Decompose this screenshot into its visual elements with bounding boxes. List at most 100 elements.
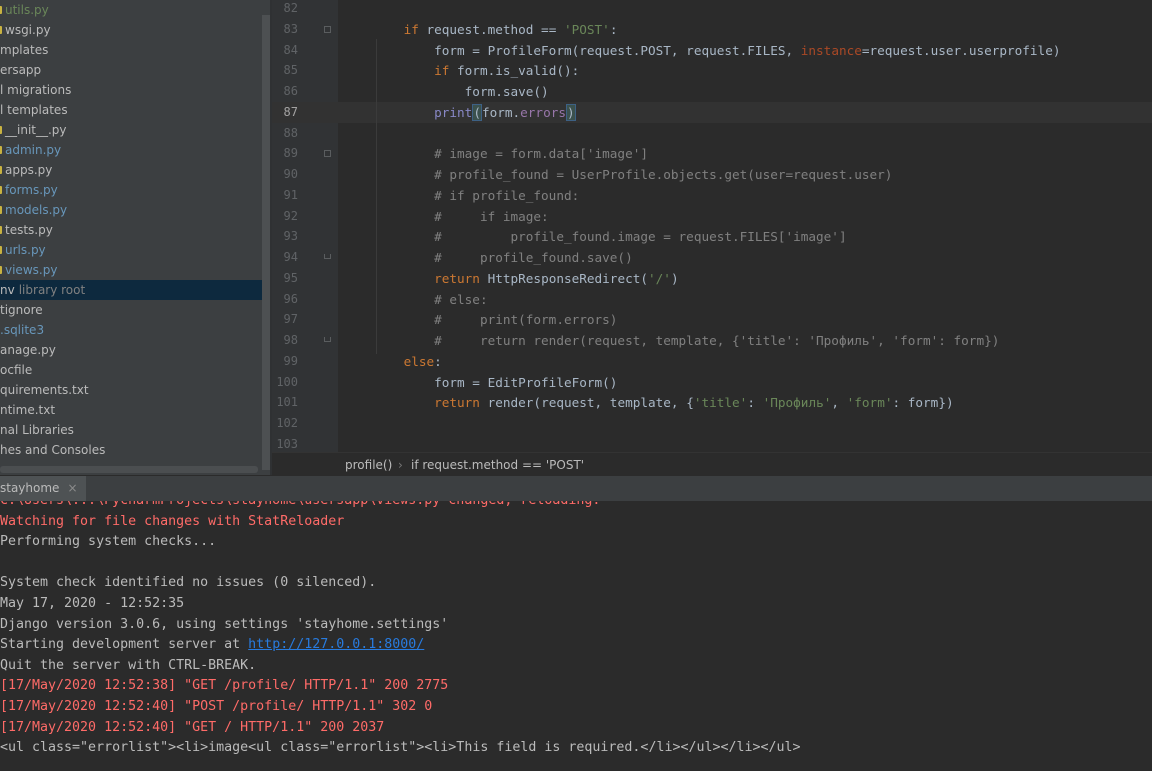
tree-item[interactable]: models.py	[0, 200, 262, 220]
tree-item-label: l migrations	[0, 83, 72, 97]
fold-marker-icon[interactable]	[324, 150, 331, 158]
code-line[interactable]: # if image:	[373, 206, 549, 227]
code-line[interactable]: # profile_found = UserProfile.objects.ge…	[373, 164, 892, 185]
code-line[interactable]: # if profile_found:	[373, 185, 579, 206]
code-editor[interactable]: if request.method == 'POST': form = Prof…	[338, 0, 1152, 452]
tree-item-label: nv library root	[0, 283, 86, 297]
tree-item-label: __init__.py	[5, 123, 67, 137]
code-line[interactable]: form.save()	[373, 81, 549, 102]
console-line: System check identified no issues (0 sil…	[0, 572, 376, 593]
tree-item-label: nal Libraries	[0, 423, 74, 437]
tree-item[interactable]: ntime.txt	[0, 400, 262, 420]
breadcrumb-condition[interactable]: if request.method == 'POST'	[411, 453, 584, 477]
code-line[interactable]: # image = form.data['image']	[373, 143, 648, 164]
code-line[interactable]: # return render(request, template, {'tit…	[373, 330, 999, 351]
run-tab-stayhome[interactable]: stayhome ×	[0, 476, 86, 501]
code-line[interactable]: # else:	[373, 289, 487, 310]
code-token: # return render(request, template, {'tit…	[434, 333, 1000, 348]
code-line[interactable]: return render(request, template, {'title…	[373, 392, 953, 413]
code-token: 'POST'	[563, 21, 610, 37]
breadcrumb-function[interactable]: profile()	[345, 453, 392, 477]
code-line[interactable]: # profile_found.image = request.FILES['i…	[373, 226, 847, 247]
tree-item[interactable]: l migrations	[0, 80, 262, 100]
code-line[interactable]: if form.is_valid():	[373, 60, 579, 81]
code-token: instance	[800, 42, 862, 58]
code-line[interactable]: return HttpResponseRedirect('/')	[373, 268, 678, 289]
run-console[interactable]: C:\Users\...\PycharmProjects\stayhome\us…	[0, 501, 1152, 771]
code-line[interactable]: form = ProfileForm(request.POST, request…	[373, 40, 1060, 61]
code-token: form.save()	[464, 84, 549, 99]
tree-item[interactable]: hes and Consoles	[0, 440, 262, 460]
breadcrumb-separator: ›	[398, 458, 403, 472]
fold-marker-icon[interactable]	[324, 254, 331, 259]
code-token: form.is_valid():	[457, 63, 580, 79]
line-number: 87	[283, 104, 298, 119]
tree-item[interactable]: admin.py	[0, 140, 262, 160]
code-token: return	[434, 270, 488, 286]
line-number: 88	[283, 125, 298, 140]
tree-item[interactable]: apps.py	[0, 160, 262, 180]
code-line[interactable]: form = EditProfileForm()	[373, 372, 617, 393]
tree-item[interactable]: quirements.txt	[0, 380, 262, 400]
server-url-link[interactable]: http://127.0.0.1:8000/	[248, 637, 424, 652]
code-line[interactable]: # profile_found.save()	[373, 247, 633, 268]
code-token: else	[403, 353, 435, 369]
python-file-icon	[0, 266, 2, 274]
tree-item[interactable]: .sqlite3	[0, 320, 262, 340]
code-line[interactable]: # print(form.errors)	[373, 309, 617, 330]
line-number: 90	[283, 167, 298, 181]
tree-item[interactable]: utils.py	[0, 0, 262, 20]
console-line: Quit the server with CTRL-BREAK.	[0, 655, 256, 676]
tree-item-label: urls.py	[5, 243, 46, 257]
tree-item[interactable]: mplates	[0, 40, 262, 60]
code-line[interactable]: if request.method == 'POST':	[373, 19, 618, 40]
code-line[interactable]: print(form.errors)	[373, 102, 576, 123]
code-token: form = EditProfileForm()	[434, 374, 618, 390]
tree-item[interactable]: forms.py	[0, 180, 262, 200]
tree-item[interactable]: ersapp	[0, 60, 262, 80]
tree-item[interactable]: anage.py	[0, 340, 262, 360]
code-token: (	[472, 103, 482, 121]
tree-item[interactable]: wsgi.py	[0, 20, 262, 40]
code-token: :	[434, 353, 442, 369]
tree-item[interactable]: ocfile	[0, 360, 262, 380]
tree-item[interactable]: nal Libraries	[0, 420, 262, 440]
console-line-text: Django version 3.0.6, using settings 'st…	[0, 616, 449, 632]
tree-item[interactable]: views.py	[0, 260, 262, 280]
code-token: # profile_found.image = request.FILES['i…	[434, 229, 847, 245]
console-line-text: Starting development server at	[0, 637, 249, 653]
tree-item-label: hes and Consoles	[0, 443, 106, 457]
tree-item-label: ntime.txt	[0, 403, 56, 417]
code-token: :	[609, 21, 618, 37]
console-line-text: Performing system checks...	[0, 534, 217, 550]
tree-vertical-scrollbar[interactable]	[262, 15, 270, 470]
tree-item[interactable]: nv library root	[0, 280, 262, 300]
tree-item-label: ersapp	[0, 63, 42, 77]
tree-item[interactable]: tests.py	[0, 220, 262, 240]
tree-item[interactable]: __init__.py	[0, 120, 262, 140]
tree-item-label: wsgi.py	[5, 23, 51, 37]
tree-item[interactable]: l templates	[0, 100, 262, 120]
code-token: :	[747, 395, 763, 411]
tree-horizontal-scrollbar[interactable]	[0, 466, 258, 473]
tree-item[interactable]: urls.py	[0, 240, 262, 260]
tree-item-label: quirements.txt	[0, 383, 89, 397]
code-line[interactable]: else:	[373, 351, 442, 372]
close-icon[interactable]: ×	[67, 481, 77, 495]
fold-marker-icon[interactable]	[324, 337, 331, 342]
tree-item-label: utils.py	[5, 3, 49, 17]
line-number: 94	[283, 250, 298, 264]
fold-marker-icon[interactable]	[324, 25, 331, 33]
console-line: [17/May/2020 12:52:38] "GET /profile/ HT…	[0, 675, 448, 696]
tree-item[interactable]: tignore	[0, 300, 262, 320]
line-number: 99	[283, 353, 298, 368]
